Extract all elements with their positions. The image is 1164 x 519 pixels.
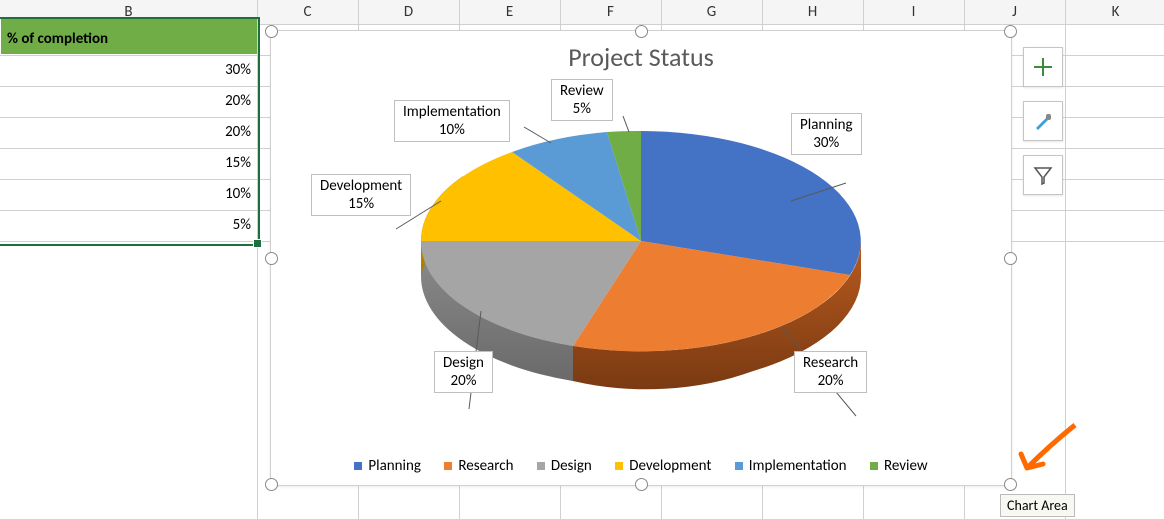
chart-elements-button[interactable] (1023, 47, 1063, 87)
cell-b5[interactable]: 15% (0, 148, 257, 179)
column-header-i[interactable]: I (863, 0, 965, 24)
legend-design[interactable]: Design (537, 457, 592, 475)
label-rev-value: 5% (573, 100, 591, 118)
chart-quick-tools (1023, 47, 1063, 195)
column-header-d[interactable]: D (358, 0, 460, 24)
label-review[interactable]: Review 5% (551, 79, 613, 121)
label-design-value: 20% (451, 372, 477, 390)
chart-legend[interactable]: Planning Research Design Development Imp… (271, 457, 1011, 475)
plus-icon (1032, 56, 1054, 78)
column-header-c[interactable]: C (257, 0, 359, 24)
column-header-g[interactable]: G (661, 0, 763, 24)
cell-b6[interactable]: 10% (0, 179, 257, 210)
label-planning-value: 30% (813, 134, 839, 152)
cell-b2[interactable]: 30% (0, 55, 257, 86)
resize-handle-nw[interactable] (265, 25, 278, 38)
label-impl-value: 10% (439, 121, 465, 139)
label-impl-name: Implementation (403, 103, 501, 121)
column-header-h[interactable]: H (762, 0, 864, 24)
column-header-j[interactable]: J (964, 0, 1066, 24)
cell-b4[interactable]: 20% (0, 117, 257, 148)
legend-review[interactable]: Review (870, 457, 928, 475)
label-development[interactable]: Development 15% (311, 174, 411, 216)
chart-filters-button[interactable] (1023, 155, 1063, 195)
cell-b7[interactable]: 5% (0, 210, 257, 241)
column-header-k[interactable]: K (1065, 0, 1164, 24)
legend-research[interactable]: Research (444, 457, 513, 475)
label-planning[interactable]: Planning 30% (791, 113, 862, 155)
chart-area-tooltip: Chart Area (1000, 494, 1075, 517)
paintbrush-icon (1032, 110, 1054, 132)
column-header-e[interactable]: E (459, 0, 561, 24)
legend-planning[interactable]: Planning (354, 457, 421, 475)
label-dev-name: Development (320, 177, 402, 195)
chart-title[interactable]: Project Status (271, 41, 1011, 73)
funnel-icon (1032, 164, 1054, 186)
chart-styles-button[interactable] (1023, 101, 1063, 141)
label-design[interactable]: Design 20% (434, 351, 493, 393)
label-dev-value: 15% (348, 195, 374, 213)
label-research[interactable]: Research 20% (794, 351, 867, 393)
resize-handle-e[interactable] (1004, 252, 1017, 265)
table-header-completion[interactable]: % of completion (0, 17, 257, 55)
resize-handle-n[interactable] (635, 25, 648, 38)
resize-handle-sw[interactable] (265, 478, 278, 491)
label-rev-name: Review (560, 82, 604, 100)
annotation-arrow-icon (1015, 420, 1085, 480)
label-research-name: Research (803, 354, 858, 372)
legend-implementation[interactable]: Implementation (735, 457, 847, 475)
chart-object[interactable]: Project Status (270, 30, 1012, 486)
label-implementation[interactable]: Implementation 10% (394, 100, 510, 142)
cell-b3[interactable]: 20% (0, 86, 257, 117)
label-research-value: 20% (818, 372, 844, 390)
excel-viewport: B C D E F G H I J K % of completion 30% … (0, 0, 1164, 519)
legend-development[interactable]: Development (615, 457, 711, 475)
resize-handle-w[interactable] (265, 252, 278, 265)
label-planning-name: Planning (800, 116, 853, 134)
resize-handle-ne[interactable] (1004, 25, 1017, 38)
column-header-f[interactable]: F (560, 0, 662, 24)
label-design-name: Design (443, 354, 484, 372)
resize-handle-s[interactable] (635, 478, 648, 491)
